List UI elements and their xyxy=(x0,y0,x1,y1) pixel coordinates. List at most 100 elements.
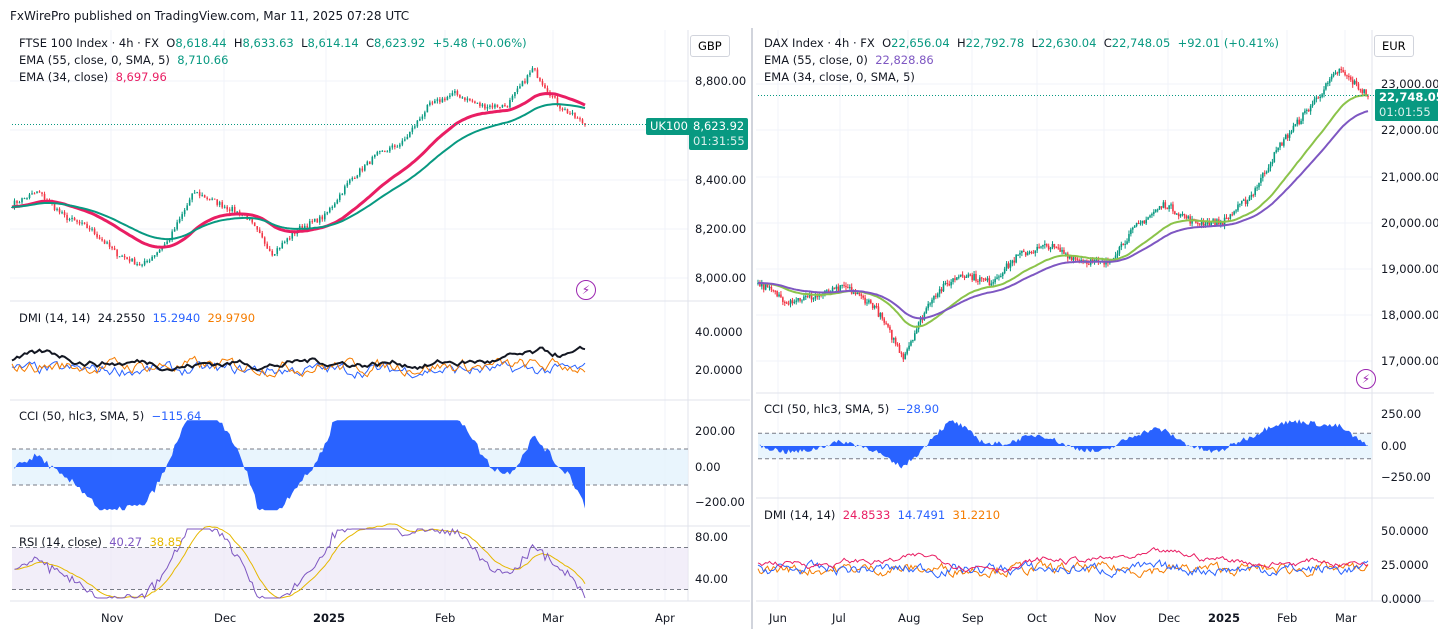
candle-body xyxy=(178,218,181,223)
candle-body xyxy=(1187,216,1190,219)
time-tick: Sep xyxy=(962,611,984,625)
candle-body xyxy=(1204,223,1207,226)
candle-body xyxy=(1028,251,1031,253)
candle-body xyxy=(221,202,223,208)
candle-body xyxy=(356,175,359,179)
candle-body xyxy=(1047,245,1050,250)
candle-body xyxy=(793,301,796,303)
dmi-legend[interactable]: DMI (14, 14) 24.8533 14.7491 31.2210 xyxy=(764,508,1000,522)
symbol-title[interactable]: DAX Index · 4h · FX xyxy=(764,36,875,50)
candle-body xyxy=(982,278,985,280)
low-value: 8,614.14 xyxy=(307,36,359,50)
candle-body xyxy=(1015,254,1017,263)
candle-body xyxy=(376,151,379,155)
open-label: O xyxy=(166,36,176,50)
candle-body xyxy=(291,232,294,239)
candle-body xyxy=(484,104,486,109)
currency-button[interactable]: GBP xyxy=(690,35,730,57)
candle-body xyxy=(311,221,314,223)
candle-body xyxy=(971,274,973,281)
candle-body xyxy=(843,284,845,286)
rsi-tick: 40.00 xyxy=(695,572,728,586)
candle-body xyxy=(940,289,943,292)
dmi-legend[interactable]: DMI (14, 14) 24.2550 15.2940 29.9790 xyxy=(19,311,255,325)
candle-body xyxy=(81,222,83,224)
price-tick: 8,800.00 xyxy=(695,74,747,88)
candle-body xyxy=(273,254,276,256)
candle-body xyxy=(942,283,945,292)
candle-body xyxy=(496,104,499,107)
candle-body xyxy=(975,274,977,281)
ema55-legend[interactable]: EMA (55, close, 0) 22,828.86 xyxy=(764,53,934,67)
candle-body xyxy=(444,98,446,101)
candle-body xyxy=(856,292,859,295)
candle-body xyxy=(321,216,324,220)
symbol-title[interactable]: FTSE 100 Index · 4h · FX xyxy=(19,36,159,50)
cci-label: CCI (50, hlc3, SMA, 5) xyxy=(19,409,145,423)
candle-body xyxy=(1174,211,1176,215)
candle-body xyxy=(338,194,341,201)
candle-body xyxy=(404,139,406,141)
candle-body xyxy=(283,241,286,243)
candle-body xyxy=(359,168,361,176)
candle-body xyxy=(1135,222,1138,226)
candle-body xyxy=(990,283,993,286)
time-tick: Feb xyxy=(435,611,456,625)
lightning-icon[interactable]: ⚡ xyxy=(1356,369,1376,389)
cci-label: CCI (50, hlc3, SMA, 5) xyxy=(764,402,890,416)
candle-body xyxy=(58,208,61,213)
candle-body xyxy=(791,300,794,303)
currency-button[interactable]: EUR xyxy=(1374,35,1414,57)
ema55-legend[interactable]: EMA (55, close, 0, SMA, 5) 8,710.66 xyxy=(19,53,228,67)
cci-legend[interactable]: CCI (50, hlc3, SMA, 5) −115.64 xyxy=(19,409,201,423)
candle-body xyxy=(1009,263,1012,268)
lightning-icon[interactable]: ⚡ xyxy=(576,280,596,300)
candle-body xyxy=(816,296,819,298)
candle-body xyxy=(446,97,449,101)
candle-body xyxy=(1361,89,1364,94)
candle-body xyxy=(111,246,113,249)
candle-body xyxy=(206,197,208,199)
candle-body xyxy=(1049,247,1052,250)
candle-body xyxy=(933,295,935,300)
candle-body xyxy=(346,183,349,187)
candle-body xyxy=(561,108,564,111)
ema34-legend[interactable]: EMA (34, close) 8,697.96 xyxy=(19,70,167,84)
candle-body xyxy=(1063,249,1065,254)
candle-body xyxy=(963,275,966,278)
cci-tick: −250.00 xyxy=(1381,470,1431,484)
candle-body xyxy=(96,233,98,238)
candle-body xyxy=(1273,152,1276,163)
candle-body xyxy=(236,211,238,213)
candle-body xyxy=(866,302,868,304)
candle-body xyxy=(203,195,206,198)
open-value: 22,656.04 xyxy=(891,36,950,50)
candle-body xyxy=(1250,194,1253,197)
time-tick: Nov xyxy=(1094,611,1117,625)
time-tick: Mar xyxy=(542,611,564,625)
candle-body xyxy=(1040,246,1042,248)
candle-body xyxy=(276,248,279,255)
open-value: 8,618.44 xyxy=(175,36,227,50)
candle-body xyxy=(931,299,933,304)
candle-body xyxy=(323,213,326,220)
candle-body xyxy=(188,199,191,206)
rsi-legend[interactable]: RSI (14, close) 40.27 38.85 xyxy=(19,535,182,549)
candle-body xyxy=(1336,72,1339,74)
candle-body xyxy=(71,217,73,220)
candle-body xyxy=(892,337,895,340)
ema-value: 8,697.96 xyxy=(115,70,167,84)
candle-body xyxy=(998,276,1000,278)
ema34-legend[interactable]: EMA (34, close, 0, SMA, 5) xyxy=(764,70,915,84)
candle-body xyxy=(1168,205,1170,209)
high-value: 8,633.63 xyxy=(242,36,294,50)
candle-body xyxy=(956,277,958,280)
cci-legend[interactable]: CCI (50, hlc3, SMA, 5) −28.90 xyxy=(764,402,939,416)
cci-tick: 0.00 xyxy=(1381,439,1407,453)
candle-body xyxy=(26,198,28,200)
cci-tick: 0.00 xyxy=(695,460,721,474)
candle-body xyxy=(1051,243,1054,248)
candle-body xyxy=(1237,204,1239,211)
last-price: 22,748.05 xyxy=(1379,90,1438,104)
candle-body xyxy=(138,264,141,266)
